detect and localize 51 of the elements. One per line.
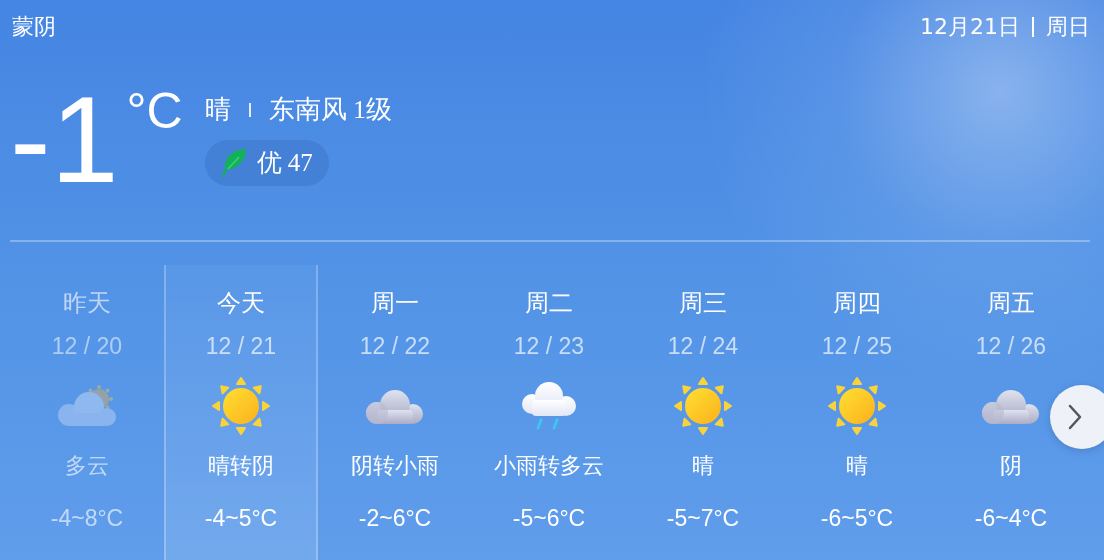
wind-info: 东南风 1级	[268, 94, 393, 126]
sun-icon	[211, 376, 271, 436]
date-label: 12 / 25	[821, 332, 893, 361]
condition-label: 晴转阴	[208, 452, 274, 480]
day-label: 今天	[217, 288, 265, 319]
forecast-day[interactable]: 周三 12 / 24 晴 -5~7°C	[626, 265, 780, 560]
location-name: 蒙阴	[12, 13, 56, 41]
date-label: 12 / 21	[205, 332, 277, 361]
condition-label: 晴	[846, 452, 868, 480]
condition-label: 多云	[65, 452, 109, 480]
date-label: 12 / 24	[667, 332, 739, 361]
day-label: 昨天	[63, 288, 111, 319]
weather-condition: 晴	[204, 94, 231, 126]
weekday-text: 周日	[1046, 13, 1090, 41]
temperature-range: -5~7°C	[666, 504, 740, 533]
day-label: 周四	[833, 288, 881, 319]
day-label: 周三	[679, 288, 727, 319]
temperature-unit: °C	[126, 86, 183, 136]
forecast-day[interactable]: 周五 12 / 26 阴 -6~4°C	[934, 265, 1088, 560]
temperature-range: -2~6°C	[358, 504, 432, 533]
condition-label: 阴转小雨	[351, 452, 439, 480]
condition-label: 晴	[692, 452, 714, 480]
current-temperature: -1	[10, 84, 119, 196]
cloud-sun-icon	[57, 383, 117, 429]
condition-label: 阴	[1000, 452, 1022, 480]
temperature-range: -4~8°C	[50, 504, 124, 533]
forecast-day[interactable]: 昨天 12 / 20 多云 -4~8°C	[10, 265, 164, 560]
leaf-icon	[220, 149, 247, 177]
temperature-range: -6~4°C	[974, 504, 1048, 533]
sun-icon	[673, 376, 733, 436]
rain-cloud-icon	[519, 380, 579, 432]
date-label: 12 / 26	[975, 332, 1047, 361]
chevron-right-icon	[1068, 404, 1082, 430]
forecast-day[interactable]: 周四 12 / 25 晴 -6~5°C	[780, 265, 934, 560]
day-label: 周一	[371, 288, 419, 319]
day-label: 周五	[987, 288, 1035, 319]
day-label: 周二	[525, 288, 573, 319]
forecast-day[interactable]: 今天 12 / 21 晴转阴 -4~5°C	[164, 265, 318, 560]
temperature-range: -5~6°C	[512, 504, 586, 533]
air-quality-badge[interactable]: 优 47	[204, 140, 329, 186]
temperature-range: -4~5°C	[204, 504, 278, 533]
temperature-range: -6~5°C	[820, 504, 894, 533]
date-text: 12月21日	[920, 13, 1020, 41]
sun-icon	[827, 376, 887, 436]
condition-label: 小雨转多云	[494, 452, 604, 480]
date-label: 12 / 23	[513, 332, 585, 361]
forecast-day[interactable]: 周二 12 / 23 小雨转多云 -5~6°C	[472, 265, 626, 560]
forecast-day[interactable]: 周一 12 / 22 阴转小雨 -2~6°C	[318, 265, 472, 560]
date-label: 12 / 22	[359, 332, 431, 361]
date-label: 12 / 20	[51, 332, 123, 361]
next-button[interactable]	[1050, 385, 1104, 449]
